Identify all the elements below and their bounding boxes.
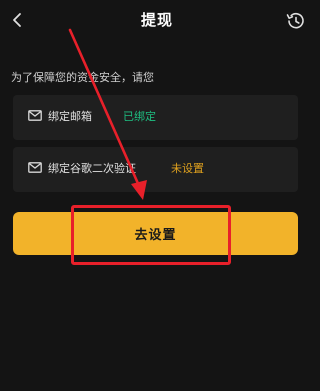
bind-email-label: 绑定邮箱 bbox=[48, 110, 92, 123]
mail-icon bbox=[28, 162, 42, 173]
annotation-arrow bbox=[68, 28, 147, 200]
bind-google-2fa-status: 未设置 bbox=[171, 162, 204, 175]
bind-google-2fa-row[interactable]: 绑定谷歌二次验证 未设置 bbox=[13, 147, 298, 192]
mail-icon bbox=[28, 110, 42, 121]
bind-email-row[interactable]: 绑定邮箱 已绑定 bbox=[13, 95, 298, 140]
history-clock-icon[interactable] bbox=[284, 10, 306, 32]
page-title: 提现 bbox=[140, 11, 173, 29]
header: 提现 bbox=[0, 0, 314, 44]
security-notice: 为了保障您的资金安全，请您 bbox=[11, 71, 154, 84]
annotation-highlight-box bbox=[71, 205, 231, 265]
withdraw-screen: 提现 为了保障您的资金安全，请您 绑定邮箱 已绑定 绑定谷歌二次验证 未设置 去… bbox=[0, 0, 314, 391]
bind-google-2fa-label: 绑定谷歌二次验证 bbox=[48, 162, 136, 175]
bind-email-status: 已绑定 bbox=[123, 110, 156, 123]
